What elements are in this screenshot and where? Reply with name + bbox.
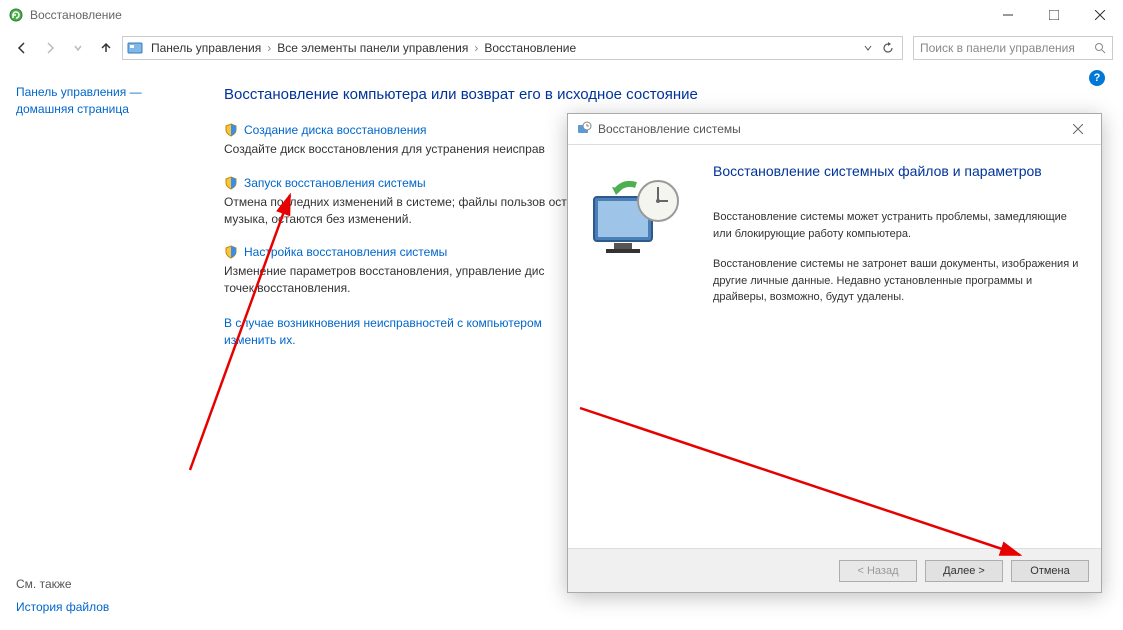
refresh-button[interactable] [878, 38, 898, 58]
control-panel-home-link[interactable]: Панель управления — домашняя страница [16, 84, 184, 118]
shield-icon [224, 245, 238, 259]
breadcrumb-item[interactable]: Все элементы панели управления [273, 41, 472, 55]
search-icon [1094, 42, 1106, 54]
minimize-button[interactable] [985, 0, 1031, 30]
recent-dropdown[interactable] [66, 36, 90, 60]
next-button[interactable]: Далее > [925, 560, 1003, 582]
maximize-button[interactable] [1031, 0, 1077, 30]
shield-icon [224, 176, 238, 190]
window-title: Восстановление [30, 8, 985, 22]
back-button[interactable] [10, 36, 34, 60]
address-dropdown[interactable] [858, 38, 878, 58]
dialog-footer: < Назад Далее > Отмена [568, 548, 1101, 592]
dialog-close-button[interactable] [1063, 114, 1093, 144]
cancel-button[interactable]: Отмена [1011, 560, 1089, 582]
system-restore-dialog: Восстановление системы Вос [567, 113, 1102, 593]
monitor-clock-icon [586, 175, 686, 265]
navigation-bar: Панель управления › Все элементы панели … [0, 30, 1123, 66]
system-restore-icon [576, 121, 592, 137]
close-button[interactable] [1077, 0, 1123, 30]
breadcrumb-item[interactable]: Восстановление [480, 41, 580, 55]
breadcrumb-item[interactable]: Панель управления [147, 41, 265, 55]
chevron-right-icon: › [472, 41, 480, 55]
address-bar[interactable]: Панель управления › Все элементы панели … [122, 36, 903, 60]
dialog-paragraph: Восстановление системы не затронет ваши … [713, 256, 1081, 306]
dialog-paragraph: Восстановление системы может устранить п… [713, 209, 1081, 242]
app-icon [8, 7, 24, 23]
see-also-heading: См. также [16, 577, 109, 591]
page-heading: Восстановление компьютера или возврат ег… [224, 86, 1099, 103]
dialog-titlebar: Восстановление системы [568, 114, 1101, 144]
chevron-right-icon: › [265, 41, 273, 55]
control-panel-icon [127, 40, 143, 56]
sidebar: Панель управления — домашняя страница См… [0, 66, 200, 630]
file-history-link[interactable]: История файлов [16, 599, 109, 616]
shield-icon [224, 123, 238, 137]
up-button[interactable] [94, 36, 118, 60]
dialog-illustration-pane [568, 145, 703, 548]
search-placeholder: Поиск в панели управления [920, 41, 1094, 55]
back-button: < Назад [839, 560, 917, 582]
dialog-title: Восстановление системы [598, 122, 1063, 136]
search-input[interactable]: Поиск в панели управления [913, 36, 1113, 60]
dialog-heading: Восстановление системных файлов и параме… [713, 163, 1081, 179]
forward-button[interactable] [38, 36, 62, 60]
window-titlebar: Восстановление [0, 0, 1123, 30]
